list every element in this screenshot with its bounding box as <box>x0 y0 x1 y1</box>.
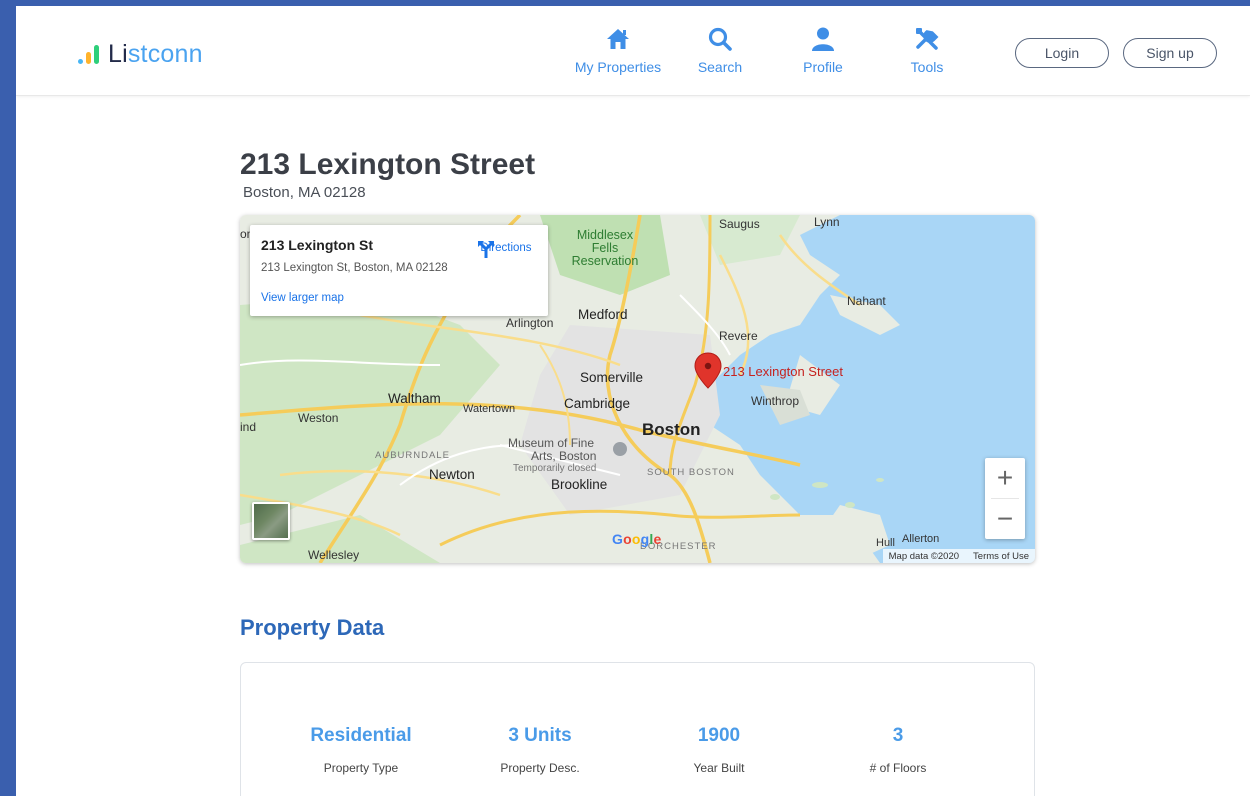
logo-bars-icon <box>78 44 102 64</box>
map-label-museum-3: Temporarily closed <box>513 463 597 474</box>
nav-search[interactable]: Search <box>685 26 755 75</box>
map-label-south-boston: SOUTH BOSTON <box>647 467 735 478</box>
search-icon <box>708 27 732 51</box>
map-label-reservation: Reservation <box>571 254 639 268</box>
map-info-card: 213 Lexington St 213 Lexington St, Bosto… <box>250 225 548 316</box>
map-label-waltham: Waltham <box>388 391 441 406</box>
map-label-fells: Fells <box>591 241 619 255</box>
stat-caption: Property Type <box>323 761 399 775</box>
property-data-heading: Property Data <box>240 615 385 640</box>
map-zoom-controls: + − <box>985 458 1025 539</box>
map-label-allerton: Allerton <box>902 533 940 545</box>
satellite-toggle[interactable] <box>252 502 290 540</box>
stat-caption: Year Built <box>693 761 745 775</box>
view-larger-map-link[interactable]: View larger map <box>261 292 344 304</box>
map-label-wellesley: Wellesley <box>308 548 360 562</box>
tools-icon <box>916 28 939 50</box>
nav-my-properties[interactable]: My Properties <box>568 26 668 75</box>
login-button[interactable]: Login <box>1015 38 1109 68</box>
map-label-nahant: Nahant <box>847 294 886 308</box>
info-card-name: 213 Lexington St <box>261 237 374 253</box>
map-label-cambridge: Cambridge <box>564 396 631 411</box>
map-label-lynn: Lynn <box>814 215 840 229</box>
map-label-somerville: Somerville <box>580 370 644 385</box>
logo-text-prefix: Li <box>108 39 128 68</box>
map-data-credit: Map data ©2020 <box>888 550 960 562</box>
property-data-card: Residential Property Type 3 Units Proper… <box>240 662 1035 796</box>
map-label-museum-1: Museum of Fine <box>508 436 595 450</box>
map-footer: Map data ©2020 Terms of Use <box>882 549 1035 563</box>
user-icon <box>812 27 834 51</box>
map-label-middlesex-fells: Middlesex Fells Reservation <box>570 229 640 268</box>
map-label-winthrop: Winthrop <box>751 394 800 408</box>
map-label-middlesex: Middlesex <box>576 228 634 242</box>
stat-caption: # of Floors <box>869 761 927 775</box>
nav-label-profile: Profile <box>803 59 843 75</box>
stat-value: Residential <box>310 725 412 746</box>
map-label-newton: Newton <box>429 467 475 482</box>
logo-text: Listconn <box>108 40 203 69</box>
stat-property-type: Residential Property Type <box>271 725 451 775</box>
logo[interactable]: Listconn <box>78 39 203 69</box>
map-label-revere: Revere <box>719 329 758 343</box>
map-label-brookline: Brookline <box>551 477 608 492</box>
signup-button[interactable]: Sign up <box>1123 38 1217 68</box>
zoom-out-button[interactable]: − <box>985 499 1025 539</box>
stat-value: 3 <box>892 725 904 746</box>
nav-label-my-properties: My Properties <box>574 59 662 75</box>
property-address: Boston, MA 02128 <box>243 184 366 201</box>
map-label-weston: Weston <box>298 411 339 425</box>
stat-floors: 3 # of Floors <box>808 725 988 775</box>
map-pin-label[interactable]: 213 Lexington Street <box>723 364 843 379</box>
map-label-medford: Medford <box>578 307 628 322</box>
page: Listconn My Properties Search Profile To… <box>16 6 1250 796</box>
info-card-address: 213 Lexington St, Boston, MA 02128 <box>261 262 448 274</box>
google-logo: Google <box>612 531 662 547</box>
stat-year-built: 1900 Year Built <box>629 725 809 775</box>
embedded-map[interactable]: Saugus Lynn Middlesex Fells Reservation Na… <box>240 215 1035 563</box>
stat-value: 3 Units <box>508 725 572 746</box>
map-label-museum-2: Arts, Boston <box>531 449 597 463</box>
stat-value: 1900 <box>697 725 741 746</box>
nav-label-tools: Tools <box>910 59 944 75</box>
home-icon <box>607 29 629 49</box>
page-title: 213 Lexington Street <box>240 148 536 181</box>
stat-property-desc: 3 Units Property Desc. <box>450 725 630 775</box>
map-label-saugus: Saugus <box>719 217 760 231</box>
site-header: Listconn My Properties Search Profile To… <box>16 6 1250 96</box>
terms-of-use-link[interactable]: Terms of Use <box>973 551 1029 562</box>
map-label-boston: Boston <box>642 420 701 439</box>
map-label-arlington: Arlington <box>506 316 554 330</box>
map-label-hull: Hull <box>876 537 895 549</box>
map-label-watertown: Watertown <box>463 403 516 415</box>
nav-label-search: Search <box>697 59 743 75</box>
map-label-ind: ind <box>240 420 257 434</box>
directions-icon <box>478 241 494 258</box>
nav-profile[interactable]: Profile <box>788 26 858 75</box>
zoom-in-button[interactable]: + <box>985 458 1025 498</box>
map-label-auburndale: AUBURNDALE <box>375 450 450 461</box>
nav-tools[interactable]: Tools <box>892 26 962 75</box>
logo-text-suffix: stconn <box>127 39 203 68</box>
stat-caption: Property Desc. <box>500 761 580 775</box>
directions-button[interactable]: Directions <box>476 239 536 258</box>
